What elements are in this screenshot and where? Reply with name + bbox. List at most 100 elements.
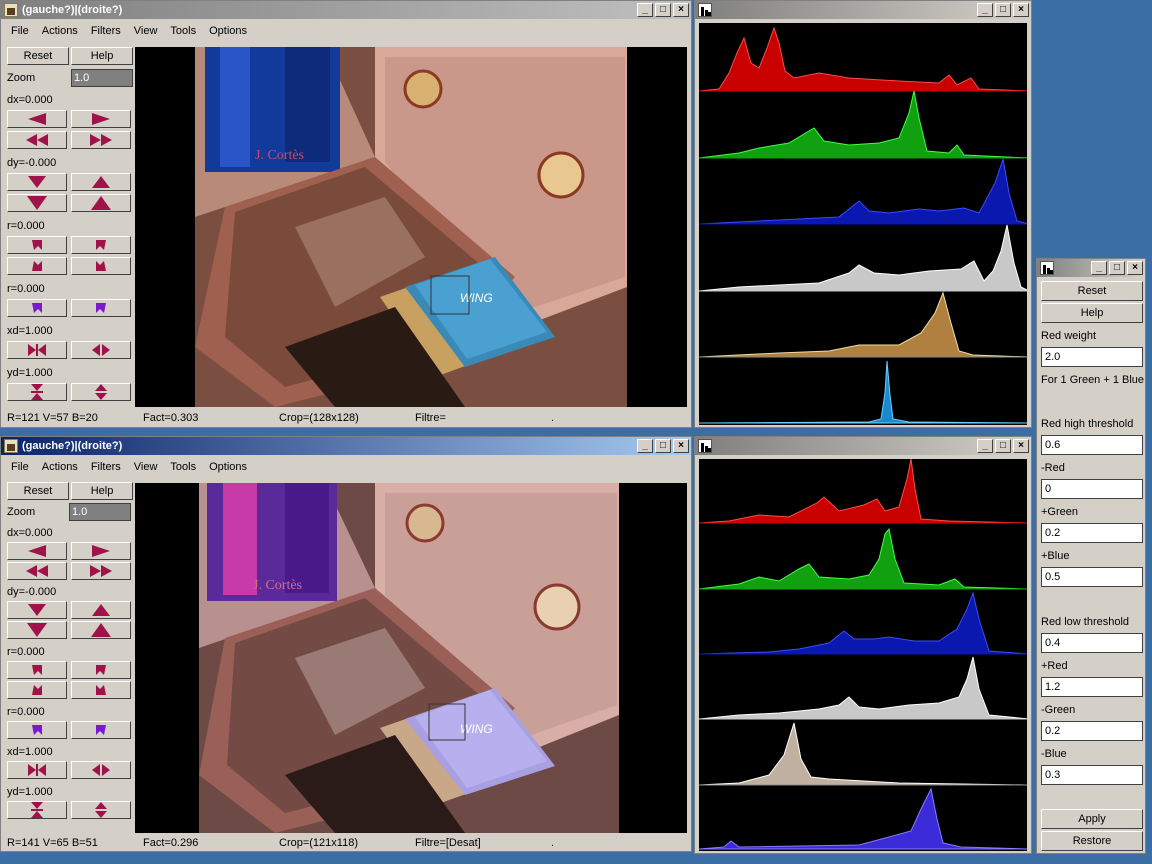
rotate-cw-fast-button[interactable] <box>71 681 131 699</box>
fast-right-button[interactable] <box>71 562 131 580</box>
yd-shrink-button[interactable] <box>7 801 67 819</box>
zoom-field[interactable]: 1.0 <box>71 69 133 87</box>
rotate2-ccw-button[interactable] <box>7 299 67 317</box>
shift-left-button[interactable] <box>7 542 67 560</box>
xd-shrink-button[interactable] <box>7 341 67 359</box>
shift-down-button[interactable] <box>7 601 67 619</box>
bottom-image-window: (gauche?)|(droite?) _ □ × File Actions F… <box>0 436 692 852</box>
shift-right-button[interactable] <box>71 542 131 560</box>
red-high-threshold-field[interactable]: 0.6 <box>1041 435 1143 455</box>
rotate2-cw-button[interactable] <box>71 299 131 317</box>
rotate-ccw-fast-button[interactable] <box>7 681 67 699</box>
xd-grow-button[interactable] <box>71 341 131 359</box>
rotate-cw-button[interactable] <box>71 661 131 679</box>
close-icon[interactable]: × <box>1013 3 1029 17</box>
top-stereo-image[interactable]: J. Cortès WING <box>135 47 687 407</box>
close-icon[interactable]: × <box>1127 261 1143 275</box>
shift-right-button[interactable] <box>71 110 131 128</box>
rotate2-cw-button[interactable] <box>71 721 131 739</box>
fast-up-button[interactable] <box>71 194 131 212</box>
minus-blue-field[interactable]: 0.3 <box>1041 765 1143 785</box>
help-button[interactable]: Help <box>71 47 133 65</box>
red-low-threshold-field[interactable]: 0.4 <box>1041 633 1143 653</box>
bottom-window-titlebar[interactable]: (gauche?)|(droite?) _ □ × <box>1 437 691 455</box>
plus-blue-field[interactable]: 0.5 <box>1041 567 1143 587</box>
menu-view[interactable]: View <box>128 23 165 41</box>
minimize-icon[interactable]: _ <box>1091 261 1107 275</box>
maximize-icon[interactable]: □ <box>655 439 671 453</box>
restore-button[interactable]: Restore <box>1041 831 1143 851</box>
minus-green-field[interactable]: 0.2 <box>1041 721 1143 741</box>
minus-red-label: -Red <box>1041 462 1065 474</box>
maximize-icon[interactable]: □ <box>995 3 1011 17</box>
rotate-ccw-button[interactable] <box>7 236 67 254</box>
plus-red-field[interactable]: 1.2 <box>1041 677 1143 697</box>
maximize-icon[interactable]: □ <box>1109 261 1125 275</box>
top-window-titlebar[interactable]: (gauche?)|(droite?) _ □ × <box>1 1 691 19</box>
params-help-button[interactable]: Help <box>1041 303 1143 323</box>
red-weight-label: Red weight <box>1041 330 1097 342</box>
rotate-cw-fast-button[interactable] <box>71 257 131 275</box>
close-icon[interactable]: × <box>673 3 689 17</box>
yd-grow-button[interactable] <box>71 383 131 401</box>
params-reset-button[interactable]: Reset <box>1041 281 1143 301</box>
close-icon[interactable]: × <box>673 439 689 453</box>
xd-grow-button[interactable] <box>71 761 131 779</box>
shift-down-button[interactable] <box>7 173 67 191</box>
shift-left-button[interactable] <box>7 110 67 128</box>
reset-button[interactable]: Reset <box>7 47 69 65</box>
menu-filters[interactable]: Filters <box>85 459 128 477</box>
menu-actions[interactable]: Actions <box>36 459 85 477</box>
close-icon[interactable]: × <box>1013 439 1029 453</box>
minus-red-field[interactable]: 0 <box>1041 479 1143 499</box>
zoom-field[interactable]: 1.0 <box>69 503 131 521</box>
histogram-icon <box>1040 261 1054 275</box>
minimize-icon[interactable]: _ <box>637 439 653 453</box>
shift-up-button[interactable] <box>71 173 131 191</box>
rotate-ccw-button[interactable] <box>7 661 67 679</box>
menu-options[interactable]: Options <box>203 23 254 41</box>
fast-left-button[interactable] <box>7 562 67 580</box>
yd-shrink-button[interactable] <box>7 383 67 401</box>
fast-right-button[interactable] <box>71 131 131 149</box>
top-histogram-window: _ □ × <box>694 0 1032 428</box>
r-label: r=0.000 <box>7 220 45 232</box>
apply-button[interactable]: Apply <box>1041 809 1143 829</box>
menu-file[interactable]: File <box>5 459 36 477</box>
menu-options[interactable]: Options <box>203 459 254 477</box>
minimize-icon[interactable]: _ <box>637 3 653 17</box>
maximize-icon[interactable]: □ <box>655 3 671 17</box>
rotate-cw-button[interactable] <box>71 236 131 254</box>
fast-left-button[interactable] <box>7 131 67 149</box>
menu-tools[interactable]: Tools <box>164 23 203 41</box>
app-icon <box>4 439 18 453</box>
red-weight-field[interactable]: 2.0 <box>1041 347 1143 367</box>
fast-up-button[interactable] <box>71 621 131 639</box>
minimize-icon[interactable]: _ <box>977 3 993 17</box>
maximize-icon[interactable]: □ <box>995 439 1011 453</box>
bottom-menubar: File Actions Filters View Tools Options <box>5 459 254 477</box>
minimize-icon[interactable]: _ <box>977 439 993 453</box>
plus-green-label: +Green <box>1041 506 1078 518</box>
status-filter: Filtre=[Desat] <box>415 837 481 849</box>
params-titlebar[interactable]: _ □ × <box>1037 259 1145 277</box>
fast-down-button[interactable] <box>7 621 67 639</box>
menu-actions[interactable]: Actions <box>36 23 85 41</box>
help-button[interactable]: Help <box>71 482 133 500</box>
fast-down-button[interactable] <box>7 194 67 212</box>
menu-file[interactable]: File <box>5 23 36 41</box>
rotate-ccw-fast-button[interactable] <box>7 257 67 275</box>
bottom-stereo-image[interactable]: J. Cortès WING <box>135 483 687 833</box>
menu-view[interactable]: View <box>128 459 165 477</box>
bottom-histogram-titlebar[interactable]: _ □ × <box>695 437 1031 455</box>
yd-grow-button[interactable] <box>71 801 131 819</box>
reset-button[interactable]: Reset <box>7 482 69 500</box>
xd-shrink-button[interactable] <box>7 761 67 779</box>
menu-tools[interactable]: Tools <box>164 459 203 477</box>
plus-green-field[interactable]: 0.2 <box>1041 523 1143 543</box>
shift-up-button[interactable] <box>71 601 131 619</box>
top-histogram-titlebar[interactable]: _ □ × <box>695 1 1031 19</box>
bottom-histogram-window: _ □ × <box>694 436 1032 854</box>
rotate2-ccw-button[interactable] <box>7 721 67 739</box>
menu-filters[interactable]: Filters <box>85 23 128 41</box>
